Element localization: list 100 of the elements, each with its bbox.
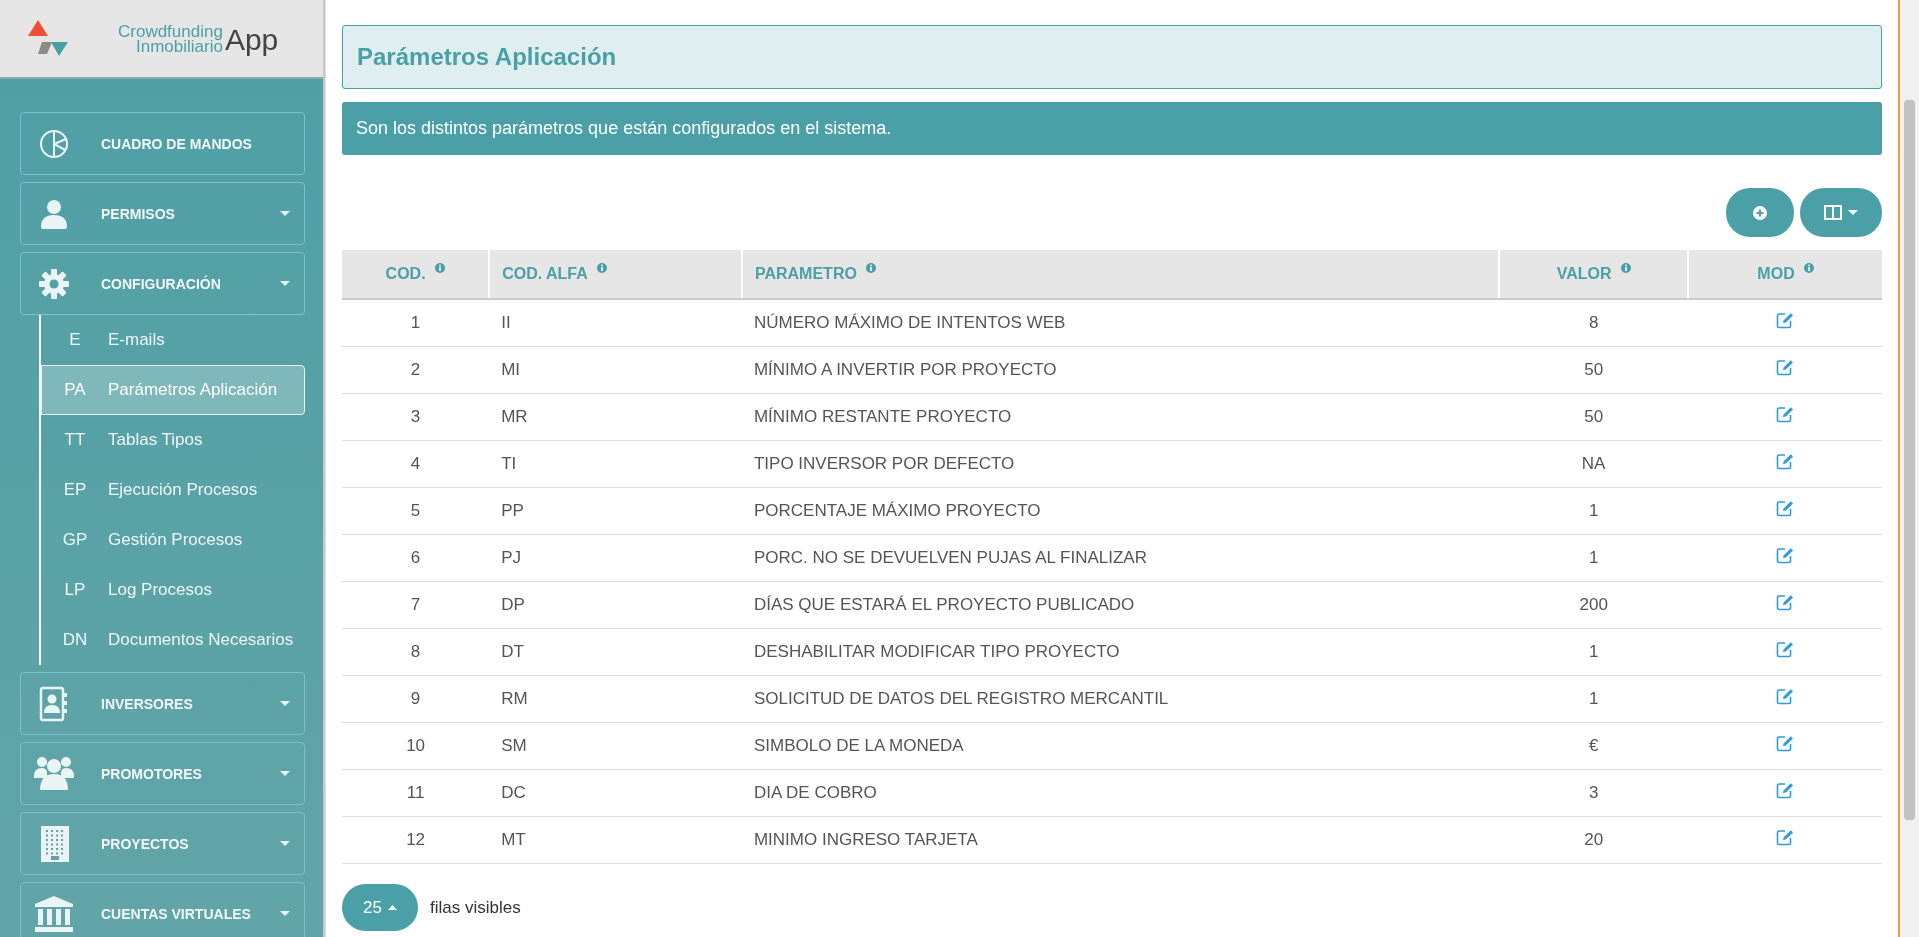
scrollbar[interactable]: [1900, 0, 1919, 937]
table-cell: RM: [489, 675, 742, 723]
table-cell: 2: [342, 346, 490, 394]
table-cell: II: [489, 299, 742, 347]
table-cell: €: [1499, 722, 1689, 770]
table-cell: MI: [489, 346, 742, 394]
plus-circle-icon: [1753, 205, 1767, 220]
column-header[interactable]: PARAMETRO: [741, 250, 1500, 299]
table-cell: PORC. NO SE DEVUELVEN PUJAS AL FINALIZAR: [741, 534, 1500, 582]
info-icon: [1803, 263, 1814, 273]
page-size-button[interactable]: 25: [342, 884, 418, 931]
table-cell: MÍNIMO RESTANTE PROYECTO: [741, 393, 1500, 441]
gear-icon: [39, 268, 69, 299]
table-cell: DP: [489, 581, 742, 629]
rows-visible-label: filas visibles: [430, 897, 521, 918]
edit-icon[interactable]: [1775, 829, 1795, 846]
table-cell: DÍAS QUE ESTARÁ EL PROYECTO PUBLICADO: [741, 581, 1500, 629]
table-cell: 5: [342, 487, 490, 535]
building-icon: [39, 825, 69, 862]
table-cell: 11: [342, 769, 490, 817]
bank-icon: [35, 895, 73, 932]
table-cell: 20: [1499, 816, 1689, 864]
description-banner: Son los distintos parámetros que están configurados en el sistema.: [342, 102, 1882, 155]
info-icon: [434, 263, 445, 273]
table-cell: 1: [1499, 487, 1689, 535]
submenu-item[interactable]: E E-mails: [41, 315, 305, 365]
column-header[interactable]: MOD: [1688, 250, 1882, 299]
caret-icon: [1848, 210, 1858, 215]
sidebar-item[interactable]: INVERSORES: [20, 672, 305, 735]
table-cell: 8: [342, 628, 490, 676]
sidebar-item[interactable]: PERMISOS: [20, 182, 305, 245]
brand-name: App: [224, 25, 279, 54]
info-icon: [865, 263, 876, 273]
table-cell: TIPO INVERSOR POR DEFECTO: [741, 440, 1500, 488]
edit-icon[interactable]: [1775, 547, 1795, 564]
edit-icon[interactable]: [1775, 688, 1795, 705]
submenu-item[interactable]: DN Documentos Necesarios: [41, 615, 305, 665]
table-cell: 6: [342, 534, 490, 582]
table-cell: MR: [489, 393, 742, 441]
table-cell: 1: [1499, 628, 1689, 676]
table-cell: 10: [342, 722, 490, 770]
column-header[interactable]: VALOR: [1499, 250, 1689, 299]
table-cell: PP: [489, 487, 742, 535]
sidebar-item[interactable]: PROYECTOS: [20, 812, 305, 875]
scrollbar-thumb[interactable]: [1904, 100, 1915, 820]
table-cell: 8: [1499, 299, 1689, 347]
info-icon: [596, 263, 607, 273]
edit-icon[interactable]: [1775, 312, 1795, 329]
table-cell: 50: [1499, 346, 1689, 394]
column-header[interactable]: COD.: [342, 250, 490, 299]
table-cell: 9: [342, 675, 490, 723]
submenu-item[interactable]: LP Log Procesos: [41, 565, 305, 615]
edit-icon[interactable]: [1775, 641, 1795, 658]
add-button[interactable]: [1726, 188, 1794, 237]
submenu-item[interactable]: GP Gestión Procesos: [41, 515, 305, 565]
table-cell: SOLICITUD DE DATOS DEL REGISTRO MERCANTIL: [741, 675, 1500, 723]
sidebar-item[interactable]: PROMOTORES: [20, 742, 305, 805]
table-cell: PORCENTAJE MÁXIMO PROYECTO: [741, 487, 1500, 535]
table-cell: MINIMO INGRESO TARJETA: [741, 816, 1500, 864]
table-cell: 7: [342, 581, 490, 629]
pie-chart-icon: [39, 128, 69, 159]
group-icon: [34, 755, 74, 792]
columns-icon: [1824, 205, 1842, 220]
table-cell: 3: [342, 393, 490, 441]
info-icon: [1620, 263, 1631, 273]
edit-icon[interactable]: [1775, 500, 1795, 517]
submenu-item[interactable]: TT Tablas Tipos: [41, 415, 305, 465]
table-cell: 12: [342, 816, 490, 864]
table-cell: DT: [489, 628, 742, 676]
edit-icon[interactable]: [1775, 453, 1795, 470]
brand-name: Crowdfunding: [118, 23, 223, 39]
caret-up-icon: [387, 905, 397, 910]
table-cell: SIMBOLO DE LA MONEDA: [741, 722, 1500, 770]
edit-icon[interactable]: [1775, 359, 1795, 376]
table-cell: 4: [342, 440, 490, 488]
column-header[interactable]: COD. ALFA: [489, 250, 742, 299]
address-book-icon: [39, 685, 69, 722]
sidebar-item[interactable]: CUENTAS VIRTUALES: [20, 882, 305, 937]
user-icon: [41, 198, 67, 229]
table-cell: NA: [1499, 440, 1689, 488]
table-cell: SM: [489, 722, 742, 770]
table-cell: TI: [489, 440, 742, 488]
edit-icon[interactable]: [1775, 594, 1795, 611]
columns-button[interactable]: [1800, 188, 1882, 237]
table-cell: DIA DE COBRO: [741, 769, 1500, 817]
table-cell: MT: [489, 816, 742, 864]
edit-icon[interactable]: [1775, 406, 1795, 423]
sidebar-item[interactable]: CUADRO DE MANDOS: [20, 112, 305, 175]
table-cell: DESHABILITAR MODIFICAR TIPO PROYECTO: [741, 628, 1500, 676]
table-cell: 1: [1499, 675, 1689, 723]
table-cell: 3: [1499, 769, 1689, 817]
table-cell: DC: [489, 769, 742, 817]
edit-icon[interactable]: [1775, 735, 1795, 752]
submenu-item[interactable]: EP Ejecución Procesos: [41, 465, 305, 515]
table-cell: 50: [1499, 393, 1689, 441]
edit-icon[interactable]: [1775, 782, 1795, 799]
submenu-item[interactable]: PA Parámetros Aplicación: [41, 365, 305, 415]
table-cell: PJ: [489, 534, 742, 582]
sidebar-item[interactable]: CONFIGURACIÓN: [20, 252, 305, 315]
page-title: Parámetros Aplicación: [342, 25, 1882, 89]
